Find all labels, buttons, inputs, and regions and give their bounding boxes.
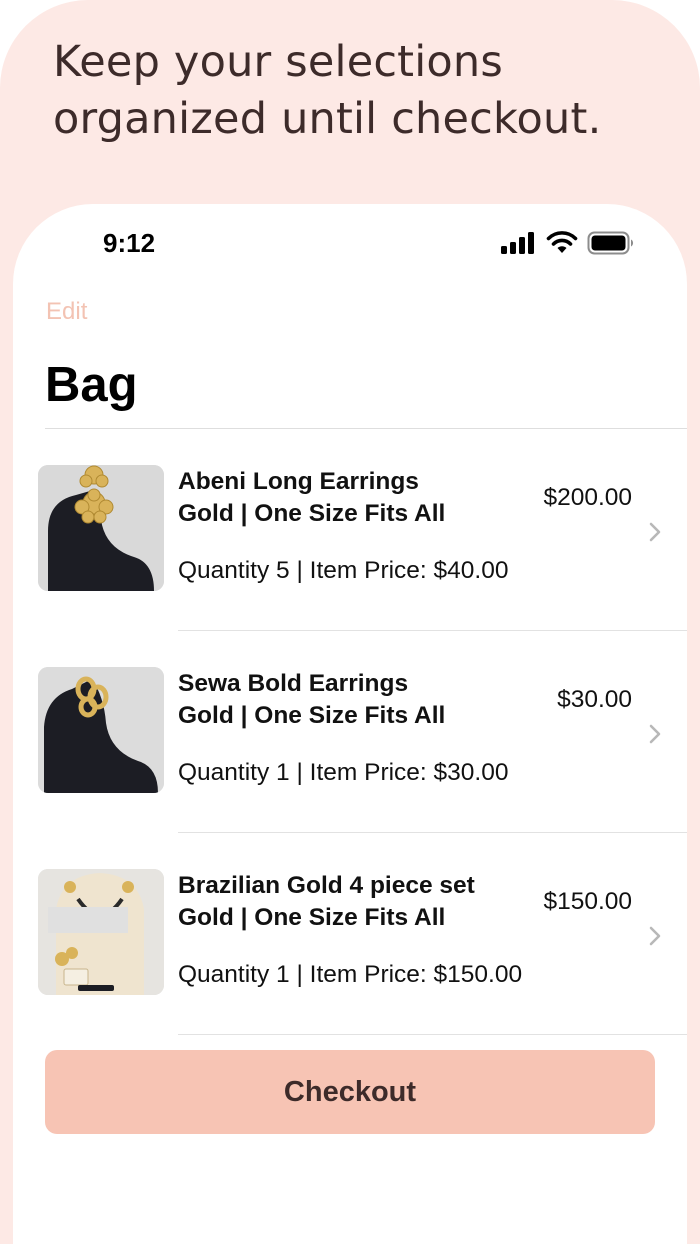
- phone-screen: 9:12 Edit Bag Abeni Long Earrings Gold |…: [13, 204, 687, 1244]
- row-divider: [178, 1034, 687, 1035]
- battery-icon: [587, 231, 634, 255]
- item-variant: Gold | One Size Fits All: [178, 702, 446, 729]
- bag-item-row[interactable]: Abeni Long Earrings Gold | One Size Fits…: [13, 429, 687, 631]
- item-name: Brazilian Gold 4 piece set: [178, 872, 475, 899]
- item-name: Abeni Long Earrings: [178, 468, 419, 495]
- promo-headline-line-2: organized until checkout.: [53, 94, 602, 144]
- promo-headline-line-1: Keep your selections: [53, 37, 503, 87]
- checkout-button[interactable]: Checkout: [45, 1050, 655, 1134]
- chevron-right-icon: [649, 724, 661, 744]
- item-variant: Gold | One Size Fits All: [178, 904, 446, 931]
- page-title: Bag: [45, 358, 138, 412]
- product-image: [38, 465, 164, 591]
- item-quantity-price: Quantity 5 | Item Price: $40.00: [178, 557, 509, 584]
- status-time: 9:12: [103, 228, 156, 258]
- chevron-right-icon: [649, 926, 661, 946]
- item-total: $200.00: [543, 484, 632, 511]
- item-quantity-price: Quantity 1 | Item Price: $150.00: [178, 961, 523, 988]
- item-variant: Gold | One Size Fits All: [178, 500, 446, 527]
- item-name: Sewa Bold Earrings: [178, 670, 409, 697]
- chevron-right-icon: [649, 522, 661, 542]
- item-quantity-price: Quantity 1 | Item Price: $30.00: [178, 759, 509, 786]
- wifi-icon: [546, 231, 578, 253]
- bag-item-row[interactable]: Brazilian Gold 4 piece set Gold | One Si…: [13, 833, 687, 1035]
- promo-headline: Keep your selections organized until che…: [53, 34, 673, 148]
- edit-button[interactable]: Edit: [46, 298, 87, 326]
- bag-list: Abeni Long Earrings Gold | One Size Fits…: [13, 429, 687, 1035]
- item-total: $150.00: [543, 888, 632, 915]
- product-image: [38, 667, 164, 793]
- product-image: [38, 869, 164, 995]
- cellular-signal-icon: [501, 232, 534, 254]
- bag-item-row[interactable]: Sewa Bold Earrings Gold | One Size Fits …: [13, 631, 687, 833]
- status-icons: [501, 231, 635, 255]
- item-total: $30.00: [557, 686, 632, 713]
